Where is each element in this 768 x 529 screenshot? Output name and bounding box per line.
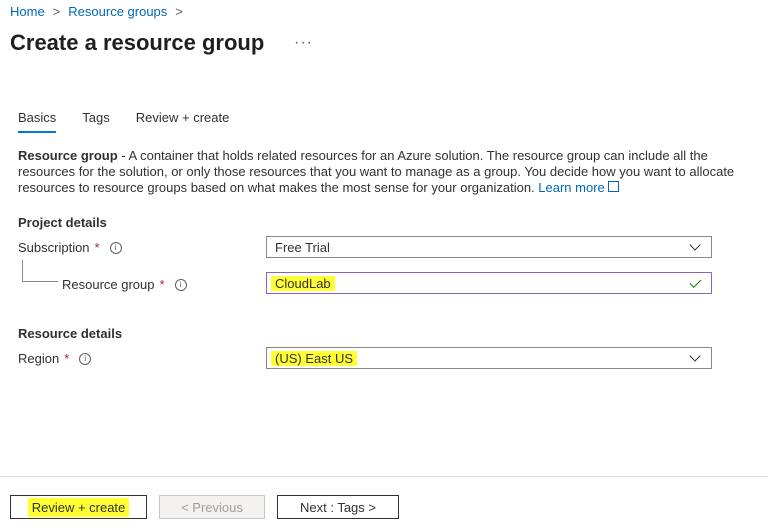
info-icon[interactable]: i [109, 241, 122, 254]
subscription-value: Free Trial [275, 239, 330, 255]
more-options-icon[interactable]: ··· [294, 34, 313, 52]
required-indicator: * [64, 351, 70, 366]
next-tags-label: Next : Tags > [300, 499, 376, 515]
chevron-right-icon: > [52, 4, 61, 19]
next-tags-button[interactable]: Next : Tags > [277, 495, 399, 519]
resource-group-value: CloudLab [271, 275, 335, 291]
breadcrumb-home[interactable]: Home [10, 4, 45, 19]
chevron-down-icon [689, 239, 701, 251]
resource-group-input[interactable]: CloudLab [266, 272, 712, 294]
chevron-down-icon [689, 350, 701, 362]
required-indicator: * [159, 277, 165, 292]
description-text: - A container that holds related resourc… [18, 148, 735, 195]
resource-group-description: Resource group - A container that holds … [18, 148, 738, 196]
description-term: Resource group [18, 148, 118, 163]
region-dropdown[interactable]: (US) East US [266, 347, 712, 369]
review-create-label: Review + create [27, 497, 130, 517]
previous-label: < Previous [181, 499, 243, 515]
region-label-text: Region [18, 351, 60, 366]
external-link-icon [607, 181, 619, 192]
info-icon[interactable]: i [174, 278, 187, 291]
resource-group-label: Resource group * i [62, 277, 187, 292]
page-title: Create a resource group [10, 30, 265, 55]
project-details-heading: Project details [18, 215, 107, 230]
subscription-label-text: Subscription [18, 240, 90, 255]
breadcrumb: Home > Resource groups > [10, 4, 183, 19]
previous-button[interactable]: < Previous [159, 495, 265, 519]
tab-basics[interactable]: Basics [18, 110, 57, 133]
region-value: (US) East US [271, 350, 358, 366]
breadcrumb-resource-groups[interactable]: Resource groups [68, 4, 167, 19]
info-icon[interactable]: i [79, 352, 92, 365]
tree-connector [22, 260, 23, 282]
required-indicator: * [94, 240, 100, 255]
resource-details-heading: Resource details [18, 326, 123, 341]
checkmark-icon [689, 275, 702, 288]
chevron-right-icon: > [175, 4, 183, 19]
review-create-button[interactable]: Review + create [10, 495, 147, 519]
footer-divider [0, 476, 768, 477]
subscription-label: Subscription * i [18, 240, 122, 255]
tab-review-create[interactable]: Review + create [136, 110, 230, 133]
tab-tags[interactable]: Tags [82, 110, 109, 133]
tree-connector [22, 281, 58, 282]
tab-bar: Basics Tags Review + create [18, 110, 255, 133]
subscription-dropdown[interactable]: Free Trial [266, 236, 712, 258]
resource-group-label-text: Resource group [62, 277, 155, 292]
learn-more-link[interactable]: Learn more [538, 180, 604, 195]
region-label: Region * i [18, 351, 92, 366]
